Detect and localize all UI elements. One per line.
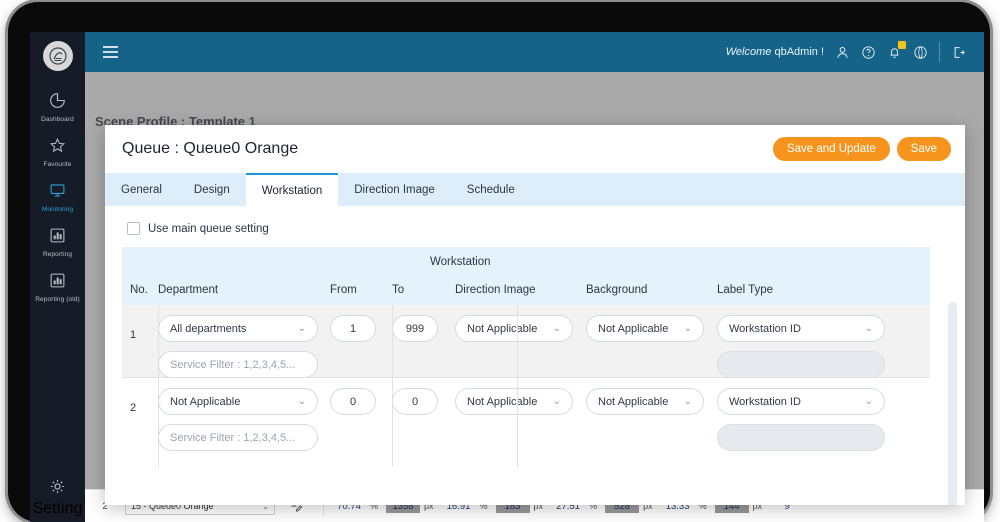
help-circle-icon[interactable]: [861, 45, 876, 60]
modal-header: Queue : Queue0 Orange Save and Update Sa…: [105, 125, 965, 173]
sidebar-item-dashboard[interactable]: Dashboard: [30, 85, 85, 130]
modal-body: Use main queue setting Workstation No. D…: [105, 206, 965, 505]
label-type-value: Workstation ID: [729, 323, 801, 335]
modal-title: Queue : Queue0 Orange: [122, 140, 298, 158]
workstation-from-input[interactable]: 1: [330, 315, 376, 342]
chevron-down-icon: ⌄: [684, 323, 692, 334]
workstation-group-header: Workstation: [430, 256, 491, 268]
department-select[interactable]: Not Applicable ⌄: [158, 388, 318, 415]
app-logo-icon[interactable]: [43, 41, 73, 71]
background-value: Not Applicable: [598, 323, 668, 335]
header-to: To: [392, 284, 455, 296]
hamburger-icon[interactable]: [103, 43, 118, 61]
sidebar-item-favourite[interactable]: Favourite: [30, 130, 85, 175]
chevron-down-icon: ⌄: [553, 396, 561, 407]
welcome-prefix: Welcome: [726, 46, 772, 58]
direction-image-value: Not Applicable: [467, 396, 537, 408]
table-header: Workstation No. Department From To Direc…: [122, 247, 930, 305]
topbar-actions: Welcome qbAdmin !: [726, 42, 966, 62]
chevron-down-icon: ⌄: [553, 323, 561, 334]
header-label-type: Label Type: [717, 284, 897, 296]
device-frame: Scene Profile : Template 1 Dashboard: [8, 2, 990, 522]
welcome-user: qbAdmin !: [774, 46, 824, 58]
direction-image-select[interactable]: Not Applicable ⌄: [455, 388, 573, 415]
save-button[interactable]: Save: [897, 137, 951, 161]
sidebar-item-label: Reporting: [30, 251, 85, 259]
sidebar-item-setting[interactable]: Setting: [30, 478, 85, 518]
sidebar-item-label: Reporting (old): [30, 296, 85, 304]
bell-icon[interactable]: [887, 45, 902, 60]
label-type-select[interactable]: Workstation ID ⌄: [717, 388, 885, 415]
header-background: Background: [586, 284, 717, 296]
sidebar-item-reporting-old[interactable]: Reporting (old): [30, 265, 85, 310]
modal-actions: Save and Update Save: [773, 137, 951, 161]
user-icon[interactable]: [835, 45, 850, 60]
sidebar-item-label: Monitoring: [30, 206, 85, 214]
device-screen: Scene Profile : Template 1 Dashboard: [30, 32, 984, 522]
star-icon: [30, 137, 85, 158]
direction-image-select[interactable]: Not Applicable ⌄: [455, 315, 573, 342]
tab-strip-filler: [531, 173, 965, 206]
header-direction-image: Direction Image: [455, 284, 586, 296]
workstation-table: Workstation No. Department From To Direc…: [122, 247, 930, 467]
pie-chart-icon: [30, 92, 85, 113]
gear-icon: [49, 482, 66, 499]
header-from: From: [330, 284, 392, 296]
sidebar-item-monitoring[interactable]: Monitoring: [30, 175, 85, 220]
table-row: 1 All departments ⌄ Service Filter : 1,2…: [122, 305, 930, 377]
topbar: Welcome qbAdmin !: [85, 32, 984, 72]
workstation-from-input[interactable]: 0: [330, 388, 376, 415]
workstation-to-input[interactable]: 999: [392, 315, 438, 342]
queue-settings-modal: Queue : Queue0 Orange Save and Update Sa…: [105, 125, 965, 505]
chevron-down-icon: ⌄: [298, 323, 306, 334]
department-select[interactable]: All departments ⌄: [158, 315, 318, 342]
bar-chart-icon: [30, 272, 85, 293]
service-filter-input[interactable]: Service Filter : 1,2,3,4,5...: [158, 424, 318, 451]
tab-workstation[interactable]: Workstation: [246, 173, 339, 206]
department-value: All departments: [170, 323, 246, 335]
save-and-update-button[interactable]: Save and Update: [773, 137, 890, 161]
label-type-select[interactable]: Workstation ID ⌄: [717, 315, 885, 342]
globe-icon[interactable]: [913, 45, 928, 60]
chevron-down-icon: ⌄: [684, 396, 692, 407]
tab-direction-image[interactable]: Direction Image: [338, 173, 451, 206]
row-number: 2: [130, 388, 158, 414]
direction-image-value: Not Applicable: [467, 323, 537, 335]
use-main-queue-setting-checkbox[interactable]: [127, 222, 140, 235]
table-row: 2 Not Applicable ⌄ Service Filter : 1,2,…: [122, 377, 930, 467]
bar-chart-icon: [30, 227, 85, 248]
sidebar-item-label: Dashboard: [30, 116, 85, 124]
notification-badge: [898, 41, 906, 49]
sidebar: Dashboard Favourite Monitoring Reporting: [30, 32, 85, 522]
department-value: Not Applicable: [170, 396, 240, 408]
monitor-icon: [30, 182, 85, 203]
label-value-input[interactable]: [717, 351, 885, 378]
modal-scrollbar-thumb[interactable]: [948, 302, 957, 505]
service-filter-input[interactable]: Service Filter : 1,2,3,4,5...: [158, 351, 318, 378]
use-main-queue-setting-row: Use main queue setting: [105, 206, 965, 247]
tab-schedule[interactable]: Schedule: [451, 173, 531, 206]
background-value: Not Applicable: [598, 396, 668, 408]
sidebar-item-label: Setting: [33, 500, 83, 517]
chevron-down-icon: ⌄: [298, 396, 306, 407]
use-main-queue-setting-label: Use main queue setting: [148, 223, 269, 235]
topbar-divider: [939, 42, 940, 62]
header-department: Department: [158, 284, 330, 296]
label-type-value: Workstation ID: [729, 396, 801, 408]
workstation-to-input[interactable]: 0: [392, 388, 438, 415]
sidebar-item-reporting[interactable]: Reporting: [30, 220, 85, 265]
background-select[interactable]: Not Applicable ⌄: [586, 388, 704, 415]
label-value-input[interactable]: [717, 424, 885, 451]
chevron-down-icon: ⌄: [865, 323, 873, 334]
welcome-text: Welcome qbAdmin !: [726, 46, 824, 58]
background-select[interactable]: Not Applicable ⌄: [586, 315, 704, 342]
sidebar-item-label: Favourite: [30, 161, 85, 169]
header-no: No.: [122, 284, 158, 296]
tab-general[interactable]: General: [105, 173, 178, 206]
tab-design[interactable]: Design: [178, 173, 246, 206]
modal-tabs: General Design Workstation Direction Ima…: [105, 173, 965, 206]
chevron-down-icon: ⌄: [865, 396, 873, 407]
row-number: 1: [130, 315, 158, 341]
logout-icon[interactable]: [951, 45, 966, 60]
